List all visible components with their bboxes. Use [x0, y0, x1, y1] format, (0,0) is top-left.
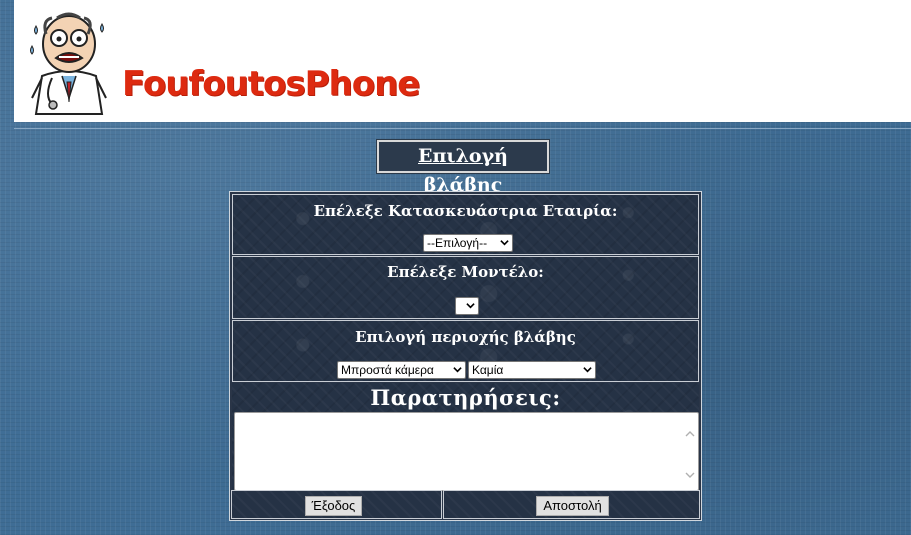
chevron-down-icon [453, 367, 462, 373]
exit-button-cell: Έξοδος [231, 490, 442, 519]
doctor-mascot-logo [22, 6, 116, 118]
damage-area-section: Επιλογή περιοχής βλάβης Μπροστά κάμερα Κ… [232, 320, 699, 382]
manufacturer-section: Επέλεξε Κατασκευάστρια Εταιρία: --Επιλογ… [232, 194, 699, 255]
damage-type-select-value: Καμία [472, 363, 504, 377]
scroll-up-arrow-icon[interactable] [685, 429, 695, 439]
manufacturer-label: Επέλεξε Κατασκευάστρια Εταιρία: [313, 202, 618, 220]
scroll-down-arrow-icon[interactable] [685, 470, 695, 480]
header-divider [14, 128, 911, 129]
notes-textarea[interactable] [234, 412, 699, 491]
damage-area-select[interactable]: Μπροστά κάμερα [337, 361, 466, 379]
model-select[interactable] [455, 297, 479, 315]
page-title: Επιλογή βλάβης [376, 139, 550, 196]
damage-area-select-value: Μπροστά κάμερα [341, 363, 434, 377]
manufacturer-select-value: --Επιλογή-- [427, 236, 488, 250]
model-section: Επέλεξε Μοντέλο: [232, 256, 699, 319]
damage-area-label: Επιλογή περιοχής βλάβης [355, 328, 576, 346]
chevron-down-icon [583, 367, 592, 373]
chevron-down-icon [466, 303, 475, 309]
model-label: Επέλεξε Μοντέλο: [387, 263, 544, 281]
submit-button[interactable]: Αποστολή [536, 496, 609, 516]
chevron-down-icon [500, 240, 509, 246]
site-header: FoufoutosPhone [14, 0, 911, 122]
manufacturer-select[interactable]: --Επιλογή-- [423, 234, 513, 252]
brand-name: FoufoutosPhone [122, 64, 420, 104]
submit-button-cell: Αποστολή [443, 490, 700, 519]
damage-selection-form: Επέλεξε Κατασκευάστρια Εταιρία: --Επιλογ… [229, 191, 702, 521]
exit-button[interactable]: Έξοδος [305, 496, 362, 516]
notes-label: Παρατηρήσεις: [370, 385, 561, 410]
notes-section: Παρατηρήσεις: [232, 383, 699, 491]
damage-type-select[interactable]: Καμία [468, 361, 596, 379]
